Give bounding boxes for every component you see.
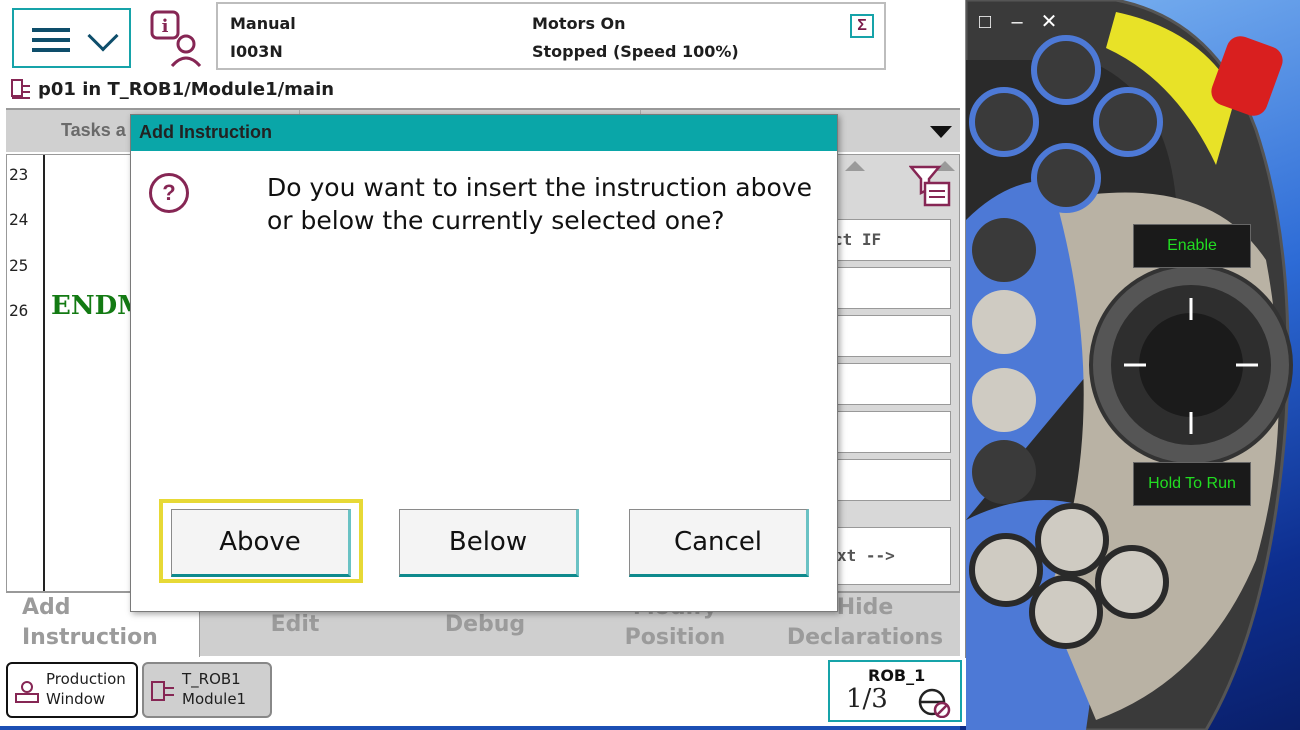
modify-label-2: Position — [624, 625, 726, 650]
svg-text:i: i — [162, 16, 169, 37]
flexpendant-screen: i Manual I003N Motors On Stopped (Speed … — [0, 0, 966, 726]
robot-name: ROB_1 — [868, 666, 926, 685]
operating-mode: Manual — [230, 14, 296, 33]
tabs-dropdown-arrow[interactable] — [930, 126, 952, 138]
controller-name: I003N — [230, 42, 283, 61]
minimize-icon[interactable]: – — [1004, 10, 1030, 36]
increment-fraction: 1/3 — [846, 684, 888, 714]
main-menu-button[interactable] — [12, 8, 131, 68]
quickset-robot-button[interactable]: ROB_1 1/3 — [828, 660, 962, 722]
instruction-button[interactable] — [837, 267, 951, 309]
instruction-button[interactable] — [837, 363, 951, 405]
dialog-title: Add Instruction — [131, 115, 837, 151]
above-button[interactable]: Above — [171, 509, 351, 577]
line-number: 24 — [9, 210, 29, 229]
instruction-button[interactable] — [837, 411, 951, 453]
run-state: Stopped (Speed 100%) — [532, 42, 739, 61]
production-window-icon — [15, 681, 39, 703]
line-number: 26 — [9, 301, 29, 320]
module-task-label-1: T_ROB1 — [182, 670, 241, 688]
production-label-1: Production — [46, 670, 126, 688]
line-number: 25 — [9, 256, 29, 275]
line-number: 23 — [9, 165, 29, 184]
dialog-message: Do you want to insert the instruction ab… — [267, 173, 812, 235]
next-button[interactable]: xt --> — [837, 527, 951, 585]
tab-tasks-label: Tasks a — [61, 120, 126, 140]
below-button[interactable]: Below — [399, 509, 579, 577]
line-gutter: 23 24 25 26 — [7, 155, 45, 591]
module-task[interactable]: T_ROB1 Module1 — [142, 662, 272, 718]
add-instruction-dialog: Add Instruction ? Do you want to insert … — [130, 114, 838, 612]
info-chat-icon[interactable]: i — [148, 10, 208, 68]
filter-icon[interactable] — [909, 163, 951, 209]
question-icon: ? — [149, 173, 189, 213]
module-task-label-2: Module1 — [182, 690, 247, 708]
hide-label-2: Declarations — [786, 625, 944, 650]
instruction-button[interactable]: ct IF — [833, 219, 951, 261]
run-mode-icon — [918, 688, 951, 718]
program-path-label: p01 in T_ROB1/Module1/main — [38, 78, 335, 100]
instruction-button[interactable] — [837, 459, 951, 501]
menu-icon — [32, 28, 70, 52]
production-label-2: Window — [46, 690, 106, 708]
close-icon[interactable]: ✕ — [1036, 10, 1062, 36]
taskbar: Production Window T_ROB1 Module1 — [0, 658, 966, 726]
module-icon — [151, 681, 174, 701]
motors-state: Motors On — [532, 14, 626, 33]
instruction-button[interactable] — [837, 315, 951, 357]
hold-to-run-indicator: Hold To Run — [1133, 462, 1251, 506]
scroll-up-arrow[interactable] — [845, 161, 865, 171]
program-icon — [11, 79, 30, 99]
production-window-task[interactable]: Production Window — [6, 662, 138, 718]
add-instruction-label-2: Instruction — [22, 625, 158, 650]
stop-status-icon: Σ — [850, 14, 874, 38]
program-path: p01 in T_ROB1/Module1/main — [10, 76, 334, 102]
flexpendant-hardware — [966, 0, 1293, 730]
chevron-down-icon — [87, 20, 119, 52]
instruction-picker-panel: ct IF xt --> — [833, 154, 960, 592]
restore-icon[interactable]: □ — [972, 10, 998, 36]
window-controls: □ – ✕ — [972, 10, 1062, 36]
enable-indicator: Enable — [1133, 224, 1251, 268]
status-panel[interactable]: Manual I003N Motors On Stopped (Speed 10… — [216, 2, 886, 70]
cancel-button[interactable]: Cancel — [629, 509, 809, 577]
